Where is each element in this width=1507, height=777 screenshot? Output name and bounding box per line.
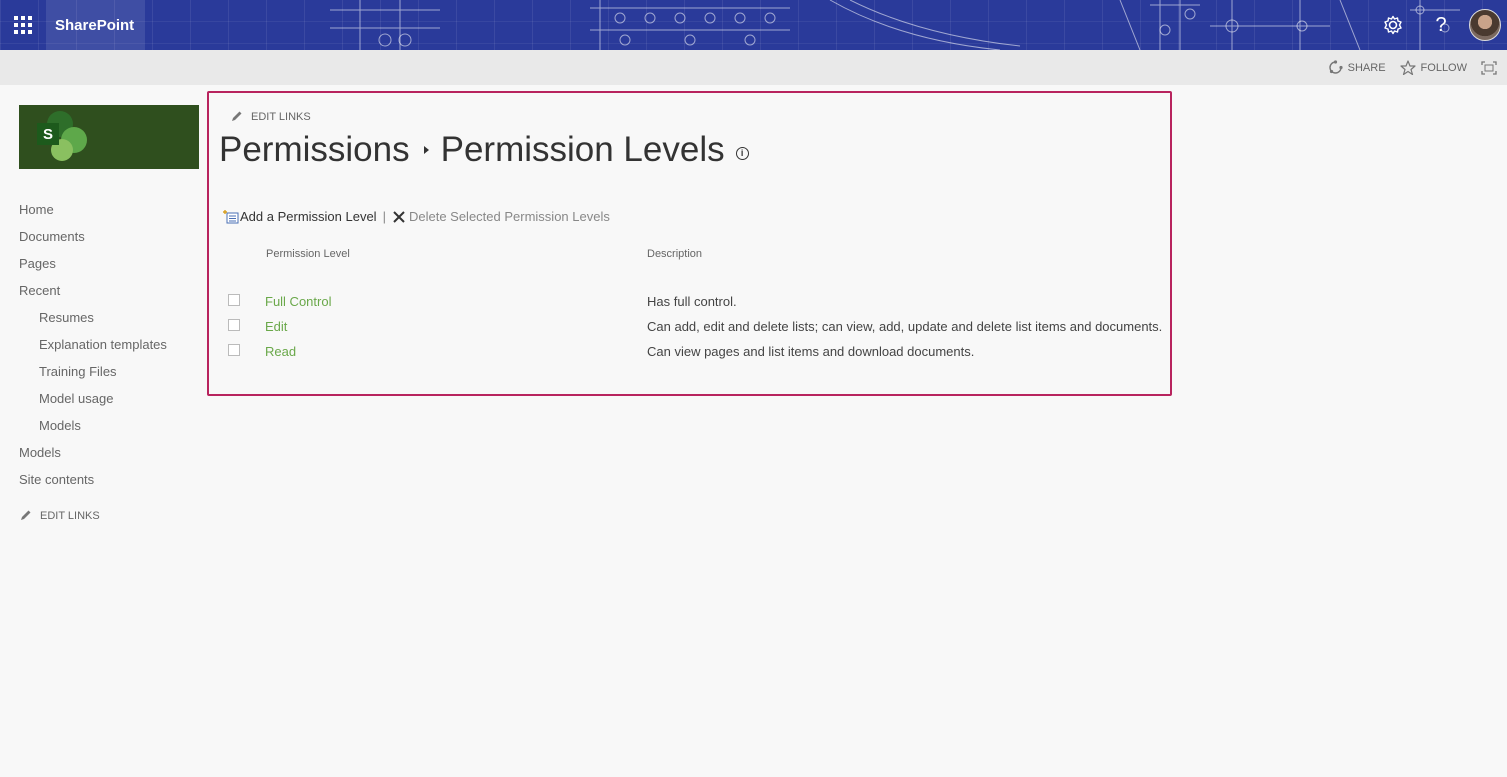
help-icon: ? <box>1435 13 1447 36</box>
column-header-permission-level: Permission Level <box>266 248 350 260</box>
gear-icon <box>1384 15 1402 35</box>
delete-x-icon <box>393 210 405 223</box>
permissions-toolbar: Add a Permission Level | Delete Selected… <box>222 209 610 224</box>
add-permission-level-label: Add a Permission Level <box>240 209 377 224</box>
info-icon[interactable]: i <box>735 146 749 160</box>
avatar[interactable] <box>1469 9 1501 41</box>
row-checkbox[interactable] <box>228 344 240 356</box>
nav-item-model-usage[interactable]: Model usage <box>19 389 199 416</box>
left-navigation: Home Documents Pages Recent Resumes Expl… <box>19 200 199 522</box>
table-row: Edit Can add, edit and delete lists; can… <box>226 316 1166 336</box>
follow-button[interactable]: FOLLOW <box>1399 60 1467 75</box>
nav-item-recent[interactable]: Recent <box>19 281 199 308</box>
settings-button[interactable] <box>1369 0 1417 50</box>
pencil-icon <box>232 111 242 121</box>
logo-letter: S <box>37 123 59 145</box>
delete-permission-levels-button[interactable]: Delete Selected Permission Levels <box>392 209 610 224</box>
blueprint-background <box>330 0 1460 50</box>
permission-level-link[interactable]: Edit <box>265 319 287 334</box>
ribbon-bar: SHARE FOLLOW <box>0 50 1507 85</box>
share-icon <box>1328 60 1343 74</box>
table-row: Read Can view pages and list items and d… <box>226 341 1166 361</box>
breadcrumb: Permissions Permission Levels i <box>219 130 749 170</box>
row-checkbox[interactable] <box>228 319 240 331</box>
nav-item-home[interactable]: Home <box>19 200 199 227</box>
nav-item-pages[interactable]: Pages <box>19 254 199 281</box>
focus-icon <box>1481 60 1497 75</box>
permission-level-description: Can add, edit and delete lists; can view… <box>647 319 1163 334</box>
row-checkbox[interactable] <box>228 294 240 306</box>
brand-link[interactable]: SharePoint <box>46 0 145 50</box>
permission-level-description: Can view pages and list items and downlo… <box>647 344 975 359</box>
pencil-icon <box>21 510 31 520</box>
nav-item-models[interactable]: Models <box>19 443 199 470</box>
add-permission-level-button[interactable]: Add a Permission Level <box>222 209 377 224</box>
breadcrumb-separator-icon <box>423 146 429 154</box>
delete-permission-levels-label: Delete Selected Permission Levels <box>408 209 610 224</box>
nav-edit-links-button[interactable]: EDIT LINKS <box>19 509 199 522</box>
permission-level-description: Has full control. <box>647 294 737 309</box>
nav-item-training-files[interactable]: Training Files <box>19 362 199 389</box>
brand-label: SharePoint <box>55 16 135 34</box>
toolbar-separator: | <box>382 209 386 224</box>
nav-item-recent-models[interactable]: Models <box>19 416 199 443</box>
title-edit-links-button[interactable]: EDIT LINKS <box>230 110 311 123</box>
site-logo[interactable]: S <box>19 105 199 169</box>
permission-level-link[interactable]: Full Control <box>265 294 331 309</box>
permission-level-link[interactable]: Read <box>265 344 296 359</box>
breadcrumb-permissions[interactable]: Permissions <box>219 130 410 170</box>
app-launcher-button[interactable] <box>0 0 46 50</box>
share-label: SHARE <box>1347 61 1386 74</box>
table-row: Full Control Has full control. <box>226 291 1166 311</box>
nav-item-explanation-templates[interactable]: Explanation templates <box>19 335 199 362</box>
follow-label: FOLLOW <box>1420 61 1467 74</box>
waffle-icon <box>14 16 32 34</box>
suite-bar: SharePoint ? <box>0 0 1507 50</box>
add-list-icon <box>223 209 239 223</box>
focus-content-button[interactable] <box>1481 60 1497 75</box>
share-button[interactable]: SHARE <box>1328 60 1386 75</box>
column-header-description: Description <box>647 248 703 260</box>
nav-item-resumes[interactable]: Resumes <box>19 308 199 335</box>
title-edit-links-label: EDIT LINKS <box>251 110 311 123</box>
sharepoint-logo-icon: S <box>37 109 93 165</box>
star-icon <box>1399 60 1416 75</box>
nav-item-site-contents[interactable]: Site contents <box>19 470 199 497</box>
nav-item-documents[interactable]: Documents <box>19 227 199 254</box>
help-button[interactable]: ? <box>1417 0 1465 50</box>
nav-edit-links-label: EDIT LINKS <box>40 509 100 522</box>
page-title: Permission Levels <box>440 130 725 169</box>
